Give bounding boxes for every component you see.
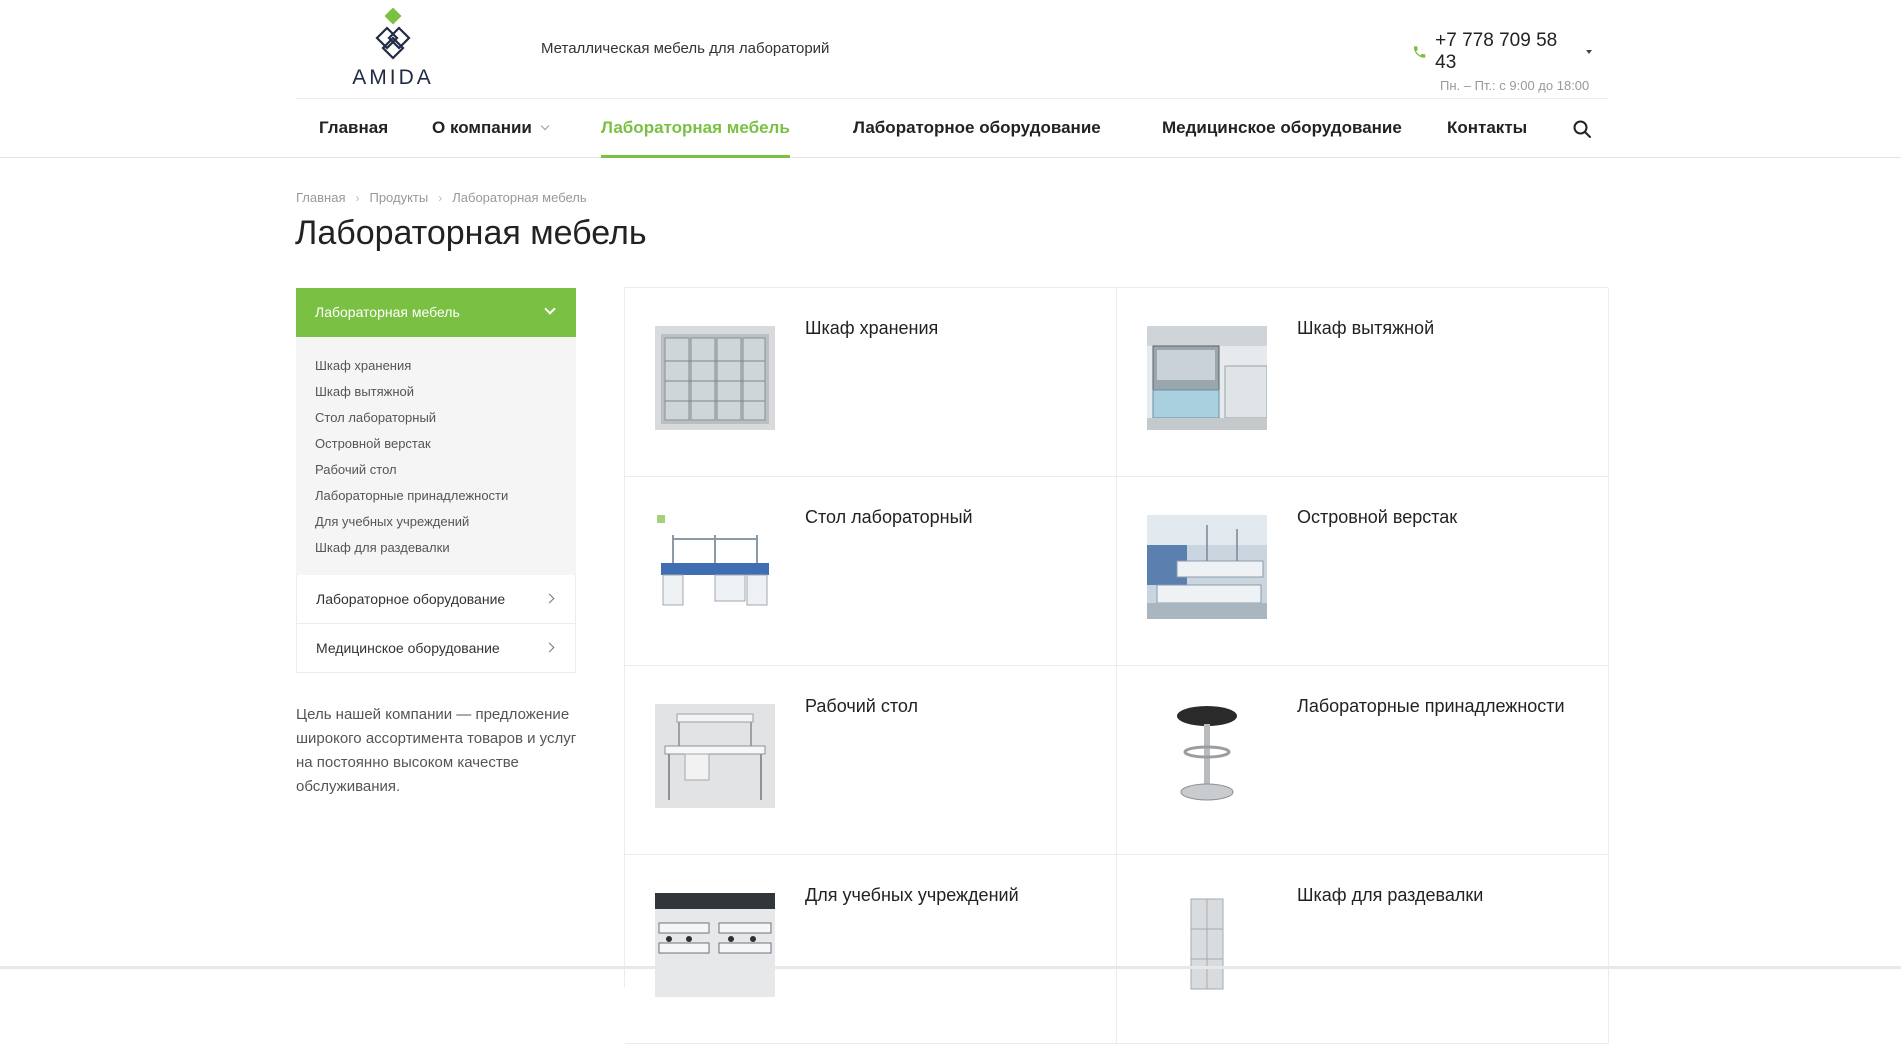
- product-title[interactable]: Шкаф для раздевалки: [1297, 885, 1483, 906]
- sidebar-submenu: Шкаф хранения Шкаф вытяжной Стол лаборат…: [296, 337, 576, 575]
- breadcrumb-separator-icon: ›: [355, 190, 360, 205]
- breadcrumb-item-products[interactable]: Продукты: [369, 190, 428, 205]
- product-title[interactable]: Шкаф вытяжной: [1297, 318, 1434, 339]
- sidebar-subitem-lab-table[interactable]: Стол лабораторный: [315, 405, 576, 431]
- nav-item-contacts[interactable]: Контакты: [1447, 99, 1527, 158]
- breadcrumb-item-current: Лабораторная мебель: [452, 190, 587, 205]
- nav-item-lab-furniture[interactable]: Лабораторная мебель: [601, 99, 790, 158]
- nav-item-lab-equipment[interactable]: Лабораторное оборудование: [853, 99, 1101, 158]
- product-title[interactable]: Шкаф хранения: [805, 318, 938, 339]
- tagline: Металлическая мебель для лабораторий: [541, 40, 830, 57]
- product-image-education[interactable]: [655, 893, 775, 997]
- site-header: AMIDA Металлическая мебель для лаборатор…: [0, 0, 1901, 158]
- breadcrumb-item-home[interactable]: Главная: [296, 190, 345, 205]
- product-card[interactable]: Рабочий стол: [625, 666, 1117, 855]
- sidebar-item-medical-equipment[interactable]: Медицинское оборудование: [296, 624, 576, 673]
- product-title[interactable]: Для учебных учреждений: [805, 885, 1019, 906]
- main-nav: Главная О компании Лабораторная мебель Л…: [296, 99, 1608, 158]
- amida-logo-mark: [375, 8, 411, 60]
- sidebar-subitem-work-table[interactable]: Рабочий стол: [315, 457, 576, 483]
- product-card[interactable]: Островной верстак: [1117, 477, 1609, 666]
- product-image-storage-cabinet[interactable]: [655, 326, 775, 430]
- sidebar-item-lab-equipment[interactable]: Лабораторное оборудование: [296, 575, 576, 624]
- product-title[interactable]: Стол лабораторный: [805, 507, 973, 528]
- working-hours: Пн. – Пт.: с 9:00 до 18:00: [1440, 78, 1590, 93]
- sidebar-subitem-fume-hood[interactable]: Шкаф вытяжной: [315, 379, 576, 405]
- sidebar-item-lab-furniture[interactable]: Лабораторная мебель: [296, 288, 576, 337]
- phone-number[interactable]: +7 778 709 58 43: [1435, 30, 1576, 74]
- search-icon[interactable]: [1572, 119, 1592, 139]
- chevron-down-icon: [540, 121, 550, 131]
- product-card[interactable]: Для учебных учреждений: [625, 855, 1117, 1044]
- breadcrumb: Главная › Продукты › Лабораторная мебель: [296, 190, 587, 205]
- product-title[interactable]: Лабораторные принадлежности: [1297, 696, 1565, 717]
- sidebar: Лабораторная мебель Шкаф хранения Шкаф в…: [296, 288, 576, 673]
- product-image-fume-hood[interactable]: [1147, 326, 1267, 430]
- sidebar-subitem-island-bench[interactable]: Островной верстак: [315, 431, 576, 457]
- product-grid: Шкаф хранения Шкаф вытяжной Стол лаборат…: [624, 287, 1609, 1044]
- sidebar-subitem-locker[interactable]: Шкаф для раздевалки: [315, 535, 576, 561]
- product-title[interactable]: Островной верстак: [1297, 507, 1457, 528]
- product-card[interactable]: Шкаф хранения: [625, 288, 1117, 477]
- logo[interactable]: AMIDA: [338, 8, 448, 92]
- product-card[interactable]: Лабораторные принадлежности: [1117, 666, 1609, 855]
- phone-icon: [1413, 46, 1426, 58]
- nav-item-home[interactable]: Главная: [319, 99, 388, 158]
- nav-item-medical-equipment[interactable]: Медицинское оборудование: [1162, 99, 1402, 158]
- phone-block[interactable]: +7 778 709 58 43 Пн. – Пт.: с 9:00 до 18…: [1412, 30, 1592, 93]
- sidebar-subitem-storage-cabinet[interactable]: Шкаф хранения: [315, 353, 576, 379]
- sidebar-subitem-lab-accessories[interactable]: Лабораторные принадлежности: [315, 483, 576, 509]
- product-card[interactable]: Стол лабораторный: [625, 477, 1117, 666]
- product-image-lab-table[interactable]: [655, 515, 775, 619]
- sidebar-subitem-education[interactable]: Для учебных учреждений: [315, 509, 576, 535]
- product-image-lab-stool[interactable]: [1147, 704, 1267, 808]
- product-title[interactable]: Рабочий стол: [805, 696, 918, 717]
- product-image-work-table[interactable]: [655, 704, 775, 808]
- company-mission-text: Цель нашей компании — предложение широко…: [296, 706, 577, 795]
- nav-item-about[interactable]: О компании: [432, 99, 550, 158]
- product-image-island-bench[interactable]: [1147, 515, 1267, 619]
- product-card[interactable]: Шкаф вытяжной: [1117, 288, 1609, 477]
- chevron-down-icon: [544, 303, 556, 315]
- chevron-right-icon: [544, 642, 555, 653]
- product-card[interactable]: Шкаф для раздевалки: [1117, 855, 1609, 1044]
- logo-text: AMIDA: [352, 66, 434, 89]
- product-image-locker[interactable]: [1147, 893, 1267, 997]
- page-title: Лабораторная мебель: [295, 214, 647, 252]
- breadcrumb-separator-icon: ›: [438, 190, 443, 205]
- phone-dropdown-icon[interactable]: [1586, 50, 1592, 54]
- chevron-right-icon: [544, 593, 555, 604]
